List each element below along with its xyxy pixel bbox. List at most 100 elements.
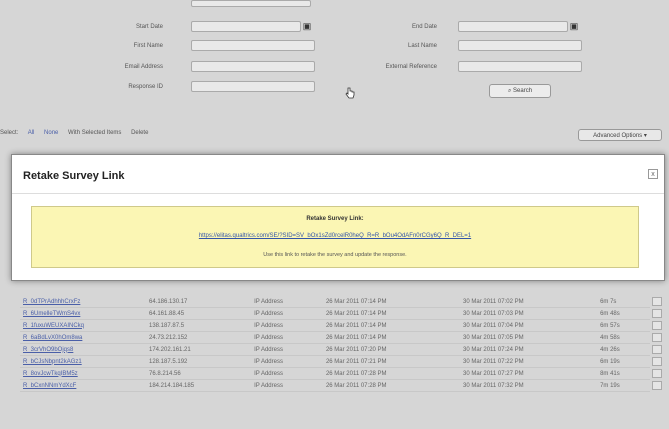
- start-date-cell: 26 Mar 2011 07:28 PM: [322, 367, 461, 380]
- calendar-icon[interactable]: ▣: [302, 21, 312, 31]
- background-page: Start Date ▣ First Name Email Address Re…: [0, 0, 669, 429]
- response-id-cell[interactable]: R_1fuxuWEUXAINCkq: [20, 319, 146, 332]
- ip-address-cell: 174.202.161.21: [146, 343, 252, 356]
- end-date-cell: 30 Mar 2011 07:04 PM: [460, 319, 598, 332]
- start-date-cell: 26 Mar 2011 07:28 PM: [322, 379, 461, 392]
- selection-row: Select: All None With Selected Items Del…: [0, 130, 156, 136]
- row-action-icon[interactable]: [652, 357, 662, 366]
- start-date-cell: 26 Mar 2011 07:14 PM: [322, 319, 461, 332]
- response-id-cell[interactable]: R_3crVhO9bOjqs8: [20, 343, 146, 356]
- table-row: R_0dTPrAdhhhCrxFz 64.186.130.17 IP Address…: [20, 296, 650, 308]
- responses-table: R_0dTPrAdhhhCrxFz 64.186.130.17 IP Address…: [20, 296, 650, 392]
- start-date-label: Start Date: [135, 24, 163, 30]
- row-action-icon[interactable]: [652, 333, 662, 342]
- end-date-label: End Date: [411, 24, 437, 30]
- response-id-cell[interactable]: R_bCxnNNmYdXcF: [20, 379, 146, 392]
- row-action-icon[interactable]: [652, 369, 662, 378]
- with-selected-items-link[interactable]: With Selected Items: [68, 130, 121, 136]
- distribution-cell: IP Address: [251, 343, 323, 356]
- response-id-cell[interactable]: R_0dTPrAdhhhCrxFz: [20, 296, 146, 308]
- start-date-cell: 26 Mar 2011 07:14 PM: [322, 331, 461, 344]
- calendar-icon[interactable]: ▣: [569, 21, 579, 31]
- end-date-cell: 30 Mar 2011 07:22 PM: [460, 355, 598, 368]
- start-date-field[interactable]: [191, 21, 301, 32]
- email-address-field[interactable]: [191, 61, 315, 72]
- table-row: R_bCJsNbpnt2kAGz1 128.187.5.192 IP Address…: [20, 355, 650, 368]
- advanced-options-label: Advanced Options: [593, 133, 643, 139]
- modal-header: Retake Survey Link x: [12, 155, 664, 194]
- ip-address-cell: 76.8.214.56: [146, 367, 252, 380]
- end-date-cell: 30 Mar 2011 07:27 PM: [460, 367, 598, 380]
- retake-survey-link[interactable]: https://elitas.qualtrics.com/SE/?SID=SV_…: [32, 233, 638, 239]
- ip-address-cell: 138.187.87.5: [146, 319, 252, 332]
- end-date-cell: 30 Mar 2011 07:24 PM: [460, 343, 598, 356]
- table-row: R_bCxnNNmYdXcF 184.214.184.185 IP Address 2…: [20, 379, 650, 392]
- duration-cell: 6m 19s: [597, 355, 650, 368]
- first-name-label: First Name: [133, 43, 163, 49]
- table-row: R_6UmelleTWmS4vx 64.161.88.45 IP Address 26…: [20, 307, 650, 320]
- row-action-icon[interactable]: [652, 321, 662, 330]
- search-button-label: Search: [513, 88, 533, 94]
- top-field-partial[interactable]: [191, 0, 311, 7]
- select-all-link[interactable]: All: [28, 130, 35, 136]
- search-icon: ⌕: [507, 88, 512, 94]
- external-reference-label: External Reference: [385, 64, 437, 70]
- response-id-cell[interactable]: R_6UmelleTWmS4vx: [20, 307, 146, 320]
- ip-address-cell: 184.214.184.185: [146, 379, 252, 392]
- table-row: R_1fuxuWEUXAINCkq 138.187.87.5 IP Address 2…: [20, 319, 650, 332]
- external-reference-field[interactable]: [458, 61, 582, 72]
- response-id-label: Response ID: [128, 84, 163, 90]
- start-date-cell: 26 Mar 2011 07:20 PM: [322, 343, 461, 356]
- distribution-cell: IP Address: [251, 355, 323, 368]
- search-button[interactable]: ⌕ Search: [489, 84, 551, 98]
- distribution-cell: IP Address: [251, 379, 323, 392]
- end-date-cell: 30 Mar 2011 07:02 PM: [460, 296, 598, 308]
- end-date-cell: 30 Mar 2011 07:03 PM: [460, 307, 598, 320]
- row-action-icon[interactable]: [652, 309, 662, 318]
- duration-cell: 8m 41s: [597, 367, 650, 380]
- start-date-cell: 26 Mar 2011 07:21 PM: [322, 355, 461, 368]
- duration-cell: 6m 57s: [597, 319, 650, 332]
- response-id-field[interactable]: [191, 81, 315, 92]
- response-id-cell[interactable]: R_8ovJcwTkqIBM5z: [20, 367, 146, 380]
- hand-cursor-icon: [345, 87, 355, 99]
- ip-address-cell: 24.73.212.152: [146, 331, 252, 344]
- distribution-cell: IP Address: [251, 307, 323, 320]
- distribution-cell: IP Address: [251, 367, 323, 380]
- duration-cell: 6m 7s: [597, 296, 650, 308]
- retake-link-help-text: Use this link to retake the survey and u…: [263, 252, 407, 258]
- select-prefix: Select:: [0, 130, 19, 136]
- advanced-options-dropdown[interactable]: Advanced Options ▾: [578, 129, 662, 141]
- retake-link-box: Retake Survey Link: https://elitas.qualt…: [31, 206, 639, 268]
- table-row: R_8ovJcwTkqIBM5z 76.8.214.56 IP Address 26 …: [20, 367, 650, 380]
- duration-cell: 4m 26s: [597, 343, 650, 356]
- distribution-cell: IP Address: [251, 296, 323, 308]
- retake-link-box-title: Retake Survey Link:: [306, 216, 364, 222]
- retake-survey-modal: Retake Survey Link x Retake Survey Link:…: [11, 154, 665, 281]
- response-id-cell[interactable]: R_bCJsNbpnt2kAGz1: [20, 355, 146, 368]
- select-none-link[interactable]: None: [44, 130, 58, 136]
- row-action-icon[interactable]: [652, 381, 662, 390]
- start-date-cell: 26 Mar 2011 07:14 PM: [322, 296, 461, 308]
- last-name-field[interactable]: [458, 40, 582, 51]
- duration-cell: 6m 48s: [597, 307, 650, 320]
- distribution-cell: IP Address: [251, 331, 323, 344]
- end-date-field[interactable]: [458, 21, 568, 32]
- start-date-cell: 26 Mar 2011 07:14 PM: [322, 307, 461, 320]
- close-icon[interactable]: x: [648, 169, 658, 179]
- delete-link[interactable]: Delete: [131, 130, 148, 136]
- end-date-cell: 30 Mar 2011 07:32 PM: [460, 379, 598, 392]
- modal-title: Retake Survey Link: [23, 170, 125, 182]
- table-row: R_3crVhO9bOjqs8 174.202.161.21 IP Address 2…: [20, 343, 650, 356]
- row-action-icon[interactable]: [652, 297, 662, 306]
- responses-table-body: R_0dTPrAdhhhCrxFz 64.186.130.17 IP Address…: [20, 296, 650, 392]
- table-row: R_6aBdLvX0hOm8wa 24.73.212.152 IP Address 2…: [20, 331, 650, 344]
- ip-address-cell: 128.187.5.192: [146, 355, 252, 368]
- first-name-field[interactable]: [191, 40, 315, 51]
- row-action-icon[interactable]: [652, 345, 662, 354]
- response-id-cell[interactable]: R_6aBdLvX0hOm8wa: [20, 331, 146, 344]
- duration-cell: 7m 19s: [597, 379, 650, 392]
- end-date-cell: 30 Mar 2011 07:05 PM: [460, 331, 598, 344]
- distribution-cell: IP Address: [251, 319, 323, 332]
- email-address-label: Email Address: [124, 64, 163, 70]
